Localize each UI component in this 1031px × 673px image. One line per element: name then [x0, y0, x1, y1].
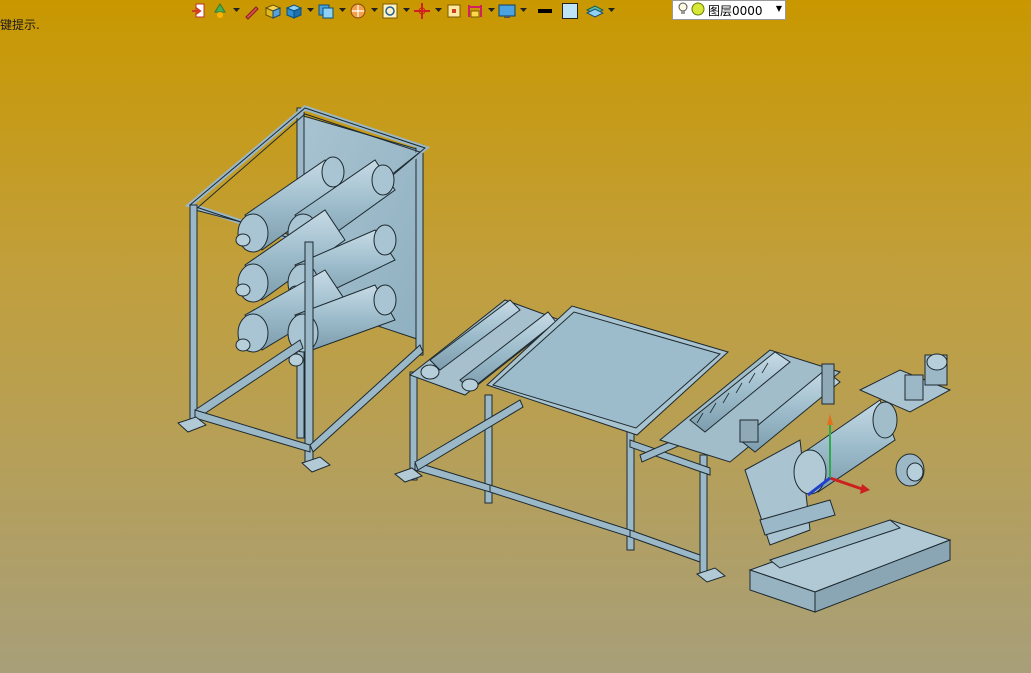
orbit-icon[interactable] — [349, 1, 367, 21]
cad-viewport[interactable]: 键提示. 图层0000 ▼ — [0, 0, 1031, 673]
chevron-down-icon[interactable] — [232, 1, 240, 21]
exit-icon[interactable] — [190, 1, 208, 21]
layer-dropdown[interactable]: 图层0000 ▼ — [672, 0, 786, 20]
chevron-down-icon[interactable]: ▼ — [776, 4, 782, 13]
layer-name: 图层0000 — [708, 3, 763, 18]
layer-stack-icon[interactable] — [586, 1, 604, 21]
assembly-model[interactable] — [0, 0, 1031, 673]
chevron-down-icon[interactable] — [434, 1, 442, 21]
view-cube-icon[interactable] — [317, 1, 335, 21]
chevron-down-icon[interactable] — [607, 1, 615, 21]
line-color-icon[interactable] — [536, 1, 554, 21]
box-yellow-icon[interactable] — [264, 1, 282, 21]
unwind-rack[interactable] — [177, 105, 431, 473]
layer-color-icon — [691, 2, 705, 19]
pan-icon[interactable] — [413, 1, 431, 21]
chevron-down-icon[interactable] — [338, 1, 346, 21]
display-icon[interactable] — [498, 1, 516, 21]
lightbulb-icon — [678, 2, 688, 19]
pencil-icon[interactable] — [243, 1, 261, 21]
box-blue-icon[interactable] — [285, 1, 303, 21]
main-toolbar — [190, 0, 615, 21]
recycle-icon[interactable] — [211, 1, 229, 21]
fit-icon[interactable] — [445, 1, 463, 21]
chevron-down-icon[interactable] — [370, 1, 378, 21]
chevron-down-icon[interactable] — [402, 1, 410, 21]
chevron-down-icon[interactable] — [487, 1, 495, 21]
zoom-window-icon[interactable] — [381, 1, 399, 21]
chevron-down-icon[interactable] — [519, 1, 527, 21]
fill-color-icon[interactable] — [561, 1, 579, 21]
chevron-down-icon[interactable] — [306, 1, 314, 21]
section-icon[interactable] — [466, 1, 484, 21]
